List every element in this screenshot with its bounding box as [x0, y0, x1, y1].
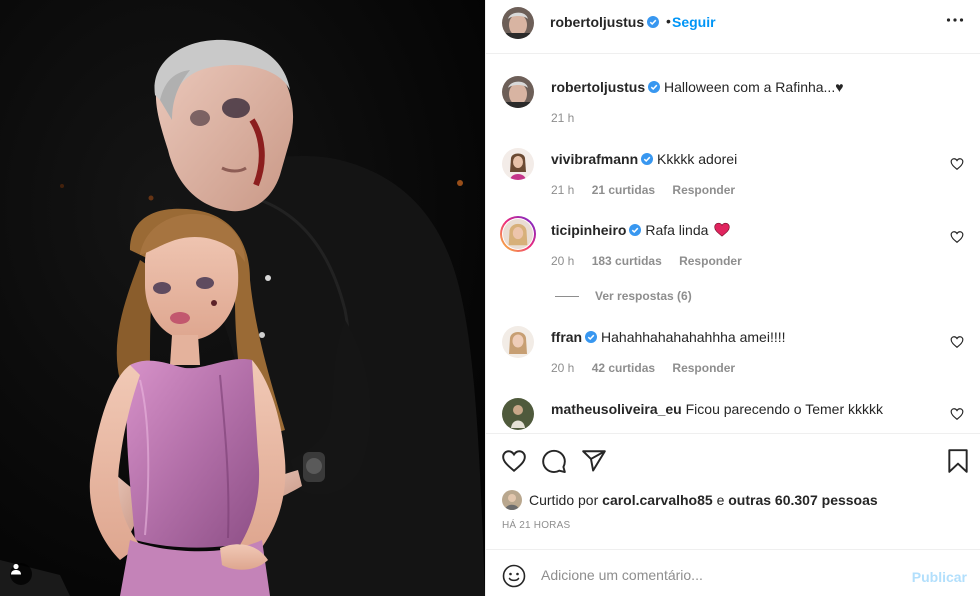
comment-time: 20 h — [551, 361, 575, 375]
separator-dot: • — [666, 13, 671, 29]
comment-meta: 20 h 42 curtidas Responder — [551, 361, 749, 375]
user-tag-button[interactable] — [10, 563, 32, 585]
post-side-panel: robertoljustus • Seguir robertoljustus H… — [485, 0, 980, 596]
comment-username[interactable]: ffran — [551, 329, 582, 345]
comment-time: 20 h — [551, 254, 575, 268]
verified-badge-icon — [648, 81, 661, 93]
liker-avatar[interactable] — [502, 490, 522, 510]
caption-text: Halloween com a Rafinha...♥ — [664, 79, 844, 95]
comment-username[interactable]: matheusoliveira_eu — [551, 401, 682, 417]
comment-avatar-image — [502, 148, 534, 180]
comment-meta: 20 h 183 curtidas Responder — [551, 254, 756, 268]
post-header: robertoljustus • Seguir — [486, 0, 980, 54]
comment-avatar-image — [503, 219, 533, 249]
comment-text: Hahahhahahahahhha amei!!!! — [601, 329, 786, 345]
photo-illustration — [0, 0, 485, 596]
author-avatar[interactable] — [502, 7, 534, 39]
view-replies-button[interactable]: Ver respostas (6) — [555, 289, 692, 303]
comment-time: 21 h — [551, 183, 575, 197]
paper-plane-icon[interactable] — [581, 448, 607, 474]
post-photo[interactable] — [0, 0, 485, 596]
author-username-link[interactable]: robertoljustus — [550, 14, 660, 30]
user-tag-icon — [11, 563, 21, 575]
verified-badge-icon — [641, 153, 654, 165]
comment-text: Kkkkk adorei — [657, 151, 738, 167]
bookmark-icon[interactable] — [945, 448, 971, 474]
comment-likes-count[interactable]: 183 curtidas — [592, 254, 662, 268]
add-comment-bar: Publicar — [486, 549, 980, 596]
red-heart-emoji-icon — [714, 222, 730, 237]
comment-avatar-image — [502, 326, 534, 358]
comment-likes-count[interactable]: 42 curtidas — [592, 361, 655, 375]
comment-avatar-story-ring[interactable] — [500, 216, 536, 252]
post-timestamp[interactable]: HÁ 21 HORAS — [502, 520, 570, 531]
heart-outline-icon[interactable] — [950, 335, 964, 349]
heart-outline-icon[interactable] — [950, 230, 964, 244]
likes-prefix: Curtido por — [529, 492, 599, 508]
comment-input[interactable] — [541, 562, 901, 588]
comment-text: Rafa linda — [645, 222, 709, 238]
heart-outline-icon[interactable] — [950, 407, 964, 421]
liker-username[interactable]: carol.carvalho85 — [602, 492, 713, 508]
author-avatar[interactable] — [502, 76, 534, 108]
heart-outline-icon[interactable] — [501, 448, 527, 474]
post-actions: Curtido por carol.carvalho85 e outras 60… — [486, 433, 980, 549]
caption-time: 21 h — [551, 111, 575, 125]
comment-bubble-icon[interactable] — [541, 448, 567, 474]
follow-button[interactable]: Seguir — [672, 14, 716, 30]
heart-outline-icon[interactable] — [950, 157, 964, 171]
comments-list[interactable]: robertoljustus Halloween com a Rafinha..… — [486, 55, 980, 433]
more-options-icon[interactable] — [945, 10, 965, 30]
author-username[interactable]: robertoljustus — [550, 14, 644, 30]
verified-badge-icon — [585, 331, 598, 343]
comment-likes-count[interactable]: 21 curtidas — [592, 183, 655, 197]
comment-username[interactable]: ticipinheiro — [551, 222, 626, 238]
verified-badge-icon — [647, 16, 660, 28]
smiley-icon[interactable] — [502, 564, 526, 588]
comment-username[interactable]: vivibrafmann — [551, 151, 638, 167]
reply-button[interactable]: Responder — [679, 254, 742, 268]
publish-button[interactable]: Publicar — [912, 569, 967, 585]
comment-avatar-image — [502, 398, 534, 430]
liker-avatar-image — [502, 490, 522, 510]
comment-avatar[interactable] — [502, 326, 534, 358]
likes-middle: e — [716, 492, 725, 508]
reply-button[interactable]: Responder — [672, 183, 735, 197]
comment-avatar[interactable] — [502, 148, 534, 180]
comment-text: Ficou parecendo o Temer kkkkk — [685, 401, 884, 417]
likes-summary: Curtido por carol.carvalho85 e outras 60… — [502, 490, 878, 510]
reply-button[interactable]: Responder — [672, 361, 735, 375]
author-avatar-image — [502, 76, 534, 108]
comment-meta: 21 h 21 curtidas Responder — [551, 183, 749, 197]
comment-avatar[interactable] — [502, 398, 534, 430]
author-avatar-image — [502, 7, 534, 39]
likes-count-link[interactable]: outras 60.307 pessoas — [728, 492, 877, 508]
caption-meta: 21 h — [551, 111, 588, 125]
verified-badge-icon — [629, 224, 642, 236]
caption-username[interactable]: robertoljustus — [551, 79, 645, 95]
